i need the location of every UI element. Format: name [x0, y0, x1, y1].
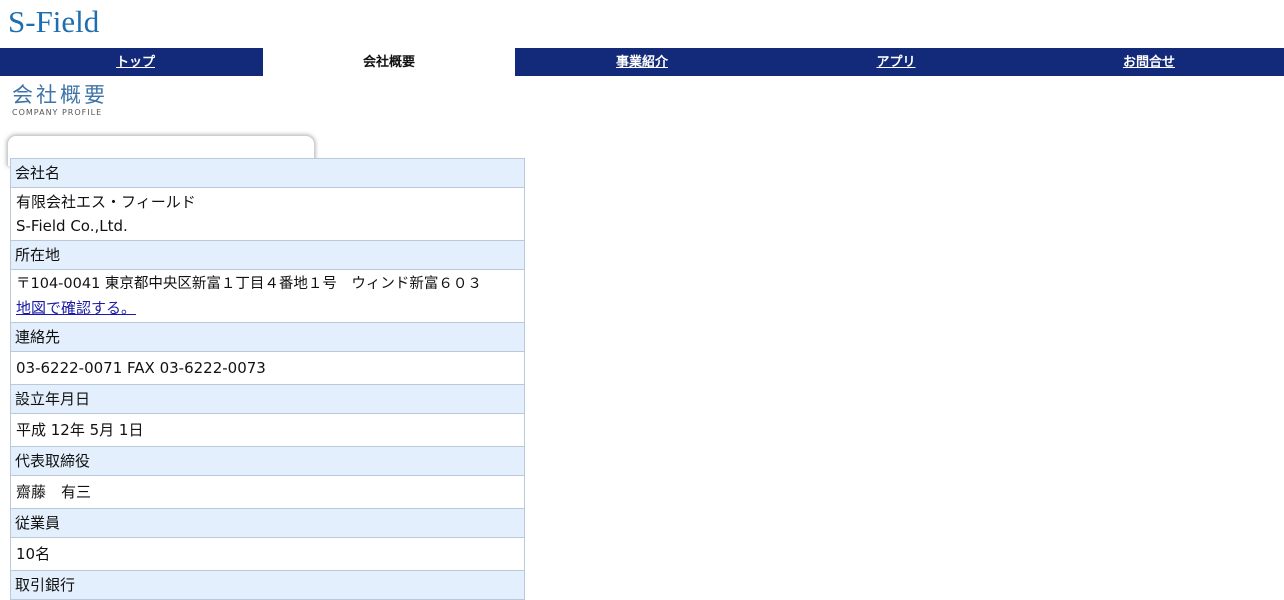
nav-item-contact[interactable]: お問合せ — [1023, 48, 1275, 76]
main-nav: トップ 会社概要 事業紹介 アプリ お問合せ — [0, 48, 1284, 76]
company-name-ja: 有限会社エス・フィールド — [16, 193, 196, 211]
company-profile-table: 会社名 有限会社エス・フィールド S-Field Co.,Ltd. 所在地 〒1… — [10, 158, 525, 600]
company-name-en: S-Field Co.,Ltd. — [16, 217, 128, 235]
address-label: 所在地 — [10, 240, 525, 270]
site-logo[interactable]: S-Field — [8, 4, 99, 40]
nav-item-apps[interactable]: アプリ — [769, 48, 1023, 76]
page-subtitle: COMPANY PROFILE — [12, 108, 103, 117]
page-title: 会社概要 — [12, 83, 108, 107]
contact-label: 連絡先 — [10, 322, 525, 352]
ceo-value: 齋藤 有三 — [10, 475, 525, 509]
nav-item-company[interactable]: 会社概要 — [263, 48, 515, 76]
map-link[interactable]: 地図で確認する。 — [16, 299, 136, 317]
company-name-value: 有限会社エス・フィールド S-Field Co.,Ltd. — [10, 187, 525, 241]
ceo-label: 代表取締役 — [10, 446, 525, 476]
founded-value: 平成 12年 5月 1日 — [10, 413, 525, 447]
company-name-label: 会社名 — [10, 158, 525, 188]
address-value: 〒104-0041 東京都中央区新富１丁目４番地１号 ウィンド新富６０３ 地図で… — [10, 269, 525, 323]
address-text: 〒104-0041 東京都中央区新富１丁目４番地１号 ウィンド新富６０３ — [16, 276, 482, 292]
nav-item-business[interactable]: 事業紹介 — [515, 48, 769, 76]
nav-item-top[interactable]: トップ — [8, 48, 263, 76]
employees-value: 10名 — [10, 537, 525, 571]
contact-value: 03-6222-0071 FAX 03-6222-0073 — [10, 351, 525, 385]
founded-label: 設立年月日 — [10, 384, 525, 414]
employees-label: 従業員 — [10, 508, 525, 538]
